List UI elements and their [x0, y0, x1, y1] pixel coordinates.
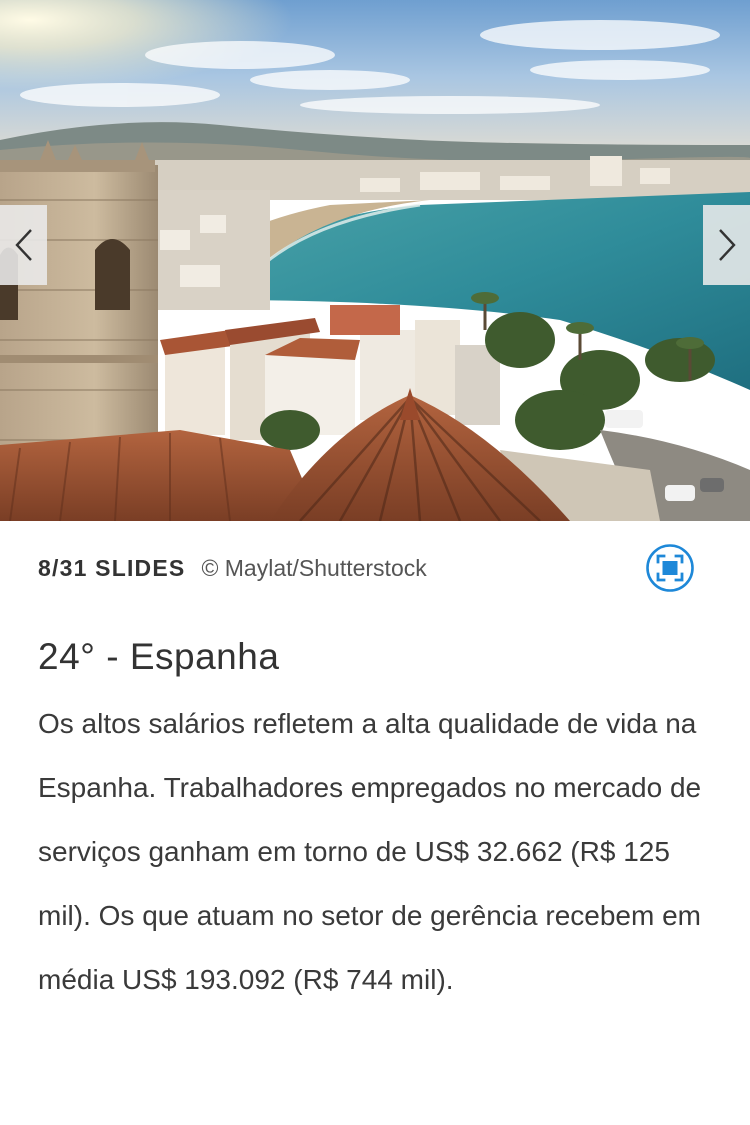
slide-caption: 8/31 SLIDES © Maylat/Shutterstock [38, 548, 698, 588]
next-slide-button[interactable] [703, 205, 750, 285]
slide-image [0, 0, 750, 521]
fullscreen-button[interactable] [645, 543, 695, 593]
previous-slide-button[interactable] [0, 205, 47, 285]
slideshow-page: 8/31 SLIDES © Maylat/Shutterstock 24° - … [0, 0, 750, 1125]
chevron-left-icon [14, 228, 34, 262]
slide-title: 24° - Espanha [38, 636, 280, 677]
photo-credit: © Maylat/Shutterstock [201, 554, 427, 581]
chevron-right-icon [717, 228, 737, 262]
fullscreen-icon [645, 544, 695, 597]
slide-description: Os altos salários refletem a alta qualid… [38, 708, 702, 995]
slide-counter: 8/31 SLIDES [38, 554, 186, 581]
